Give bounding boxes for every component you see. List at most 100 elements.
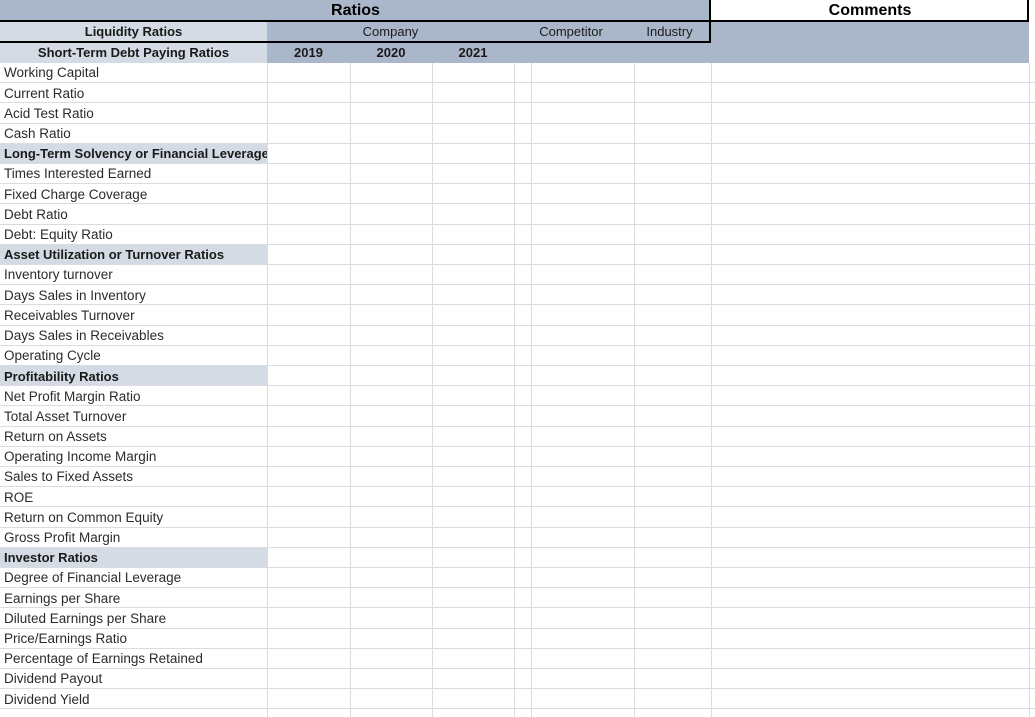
cell-2021[interactable] <box>350 265 432 286</box>
cell-industry[interactable] <box>531 446 634 467</box>
cell-2020[interactable] <box>267 547 350 568</box>
cell-industry[interactable] <box>531 547 634 568</box>
cell-comments[interactable] <box>634 325 711 346</box>
cell-2020[interactable] <box>267 143 350 164</box>
cell-narrow[interactable] <box>432 184 514 205</box>
cell-industry[interactable] <box>531 366 634 387</box>
cell-2021[interactable] <box>350 527 432 548</box>
cell-industry[interactable] <box>531 669 634 690</box>
cell-2021[interactable] <box>350 305 432 326</box>
cell-competitor[interactable] <box>514 446 531 467</box>
cell-narrow[interactable] <box>432 648 514 669</box>
cell-2021[interactable] <box>350 507 432 528</box>
cell-industry[interactable] <box>531 689 634 710</box>
cell-comments[interactable] <box>634 487 711 508</box>
cell-industry[interactable] <box>531 285 634 306</box>
cell-competitor[interactable] <box>514 527 531 548</box>
cell-competitor[interactable] <box>514 305 531 326</box>
cell-comments[interactable] <box>634 386 711 407</box>
cell-narrow[interactable] <box>432 487 514 508</box>
cell-2020[interactable] <box>267 103 350 124</box>
cell-2020[interactable] <box>267 487 350 508</box>
cell-industry[interactable] <box>531 164 634 185</box>
cell-industry[interactable] <box>531 265 634 286</box>
cell-2021[interactable] <box>350 83 432 104</box>
cell-narrow[interactable] <box>432 285 514 306</box>
cell-narrow[interactable] <box>432 568 514 589</box>
cell-industry[interactable] <box>531 588 634 609</box>
cell-narrow[interactable] <box>432 547 514 568</box>
cell-narrow[interactable] <box>432 204 514 225</box>
cell-competitor[interactable] <box>514 588 531 609</box>
cell-industry[interactable] <box>531 648 634 669</box>
cell-2021[interactable] <box>350 669 432 690</box>
cell-2020[interactable] <box>267 426 350 447</box>
cell-2020[interactable] <box>267 406 350 427</box>
cell-2020[interactable] <box>267 669 350 690</box>
cell-comments[interactable] <box>634 547 711 568</box>
cell-industry[interactable] <box>531 386 634 407</box>
cell-2020[interactable] <box>267 588 350 609</box>
cell-narrow[interactable] <box>432 143 514 164</box>
cell-competitor[interactable] <box>514 426 531 447</box>
cell-industry[interactable] <box>531 345 634 366</box>
cell-industry[interactable] <box>531 527 634 548</box>
cell-narrow[interactable] <box>432 325 514 346</box>
cell-competitor[interactable] <box>514 689 531 710</box>
cell-comments[interactable] <box>634 285 711 306</box>
cell-competitor[interactable] <box>514 628 531 649</box>
cell-narrow[interactable] <box>432 467 514 488</box>
cell-competitor[interactable] <box>514 366 531 387</box>
cell-comments[interactable] <box>634 63 711 84</box>
cell-industry[interactable] <box>531 406 634 427</box>
cell-comments[interactable] <box>634 588 711 609</box>
cell-competitor[interactable] <box>514 608 531 629</box>
cell-comments[interactable] <box>634 406 711 427</box>
cell-comments[interactable] <box>634 426 711 447</box>
cell-competitor[interactable] <box>514 63 531 84</box>
cell-2020[interactable] <box>267 386 350 407</box>
cell-comments[interactable] <box>634 103 711 124</box>
cell-comments[interactable] <box>634 648 711 669</box>
cell-narrow[interactable] <box>432 164 514 185</box>
cell-industry[interactable] <box>531 63 634 84</box>
cell-comments[interactable] <box>634 244 711 265</box>
cell-narrow[interactable] <box>432 608 514 629</box>
cell-2021[interactable] <box>350 467 432 488</box>
cell-competitor[interactable] <box>514 648 531 669</box>
cell-2020[interactable] <box>267 305 350 326</box>
cell-competitor[interactable] <box>514 467 531 488</box>
cell-2021[interactable] <box>350 285 432 306</box>
cell-comments[interactable] <box>634 345 711 366</box>
cell-competitor[interactable] <box>514 164 531 185</box>
cell-2020[interactable] <box>267 568 350 589</box>
cell-2020[interactable] <box>267 184 350 205</box>
cell-narrow[interactable] <box>432 628 514 649</box>
cell-comments[interactable] <box>634 224 711 245</box>
cell-2021[interactable] <box>350 224 432 245</box>
cell-comments[interactable] <box>634 608 711 629</box>
cell-industry[interactable] <box>531 204 634 225</box>
cell-narrow[interactable] <box>432 345 514 366</box>
cell-narrow[interactable] <box>432 83 514 104</box>
cell-narrow[interactable] <box>432 406 514 427</box>
cell-comments[interactable] <box>634 164 711 185</box>
cell-competitor[interactable] <box>514 345 531 366</box>
cell-2020[interactable] <box>267 628 350 649</box>
cell-narrow[interactable] <box>432 527 514 548</box>
cell-2021[interactable] <box>350 366 432 387</box>
cell-narrow[interactable] <box>432 305 514 326</box>
cell-2020[interactable] <box>267 689 350 710</box>
cell-narrow[interactable] <box>432 426 514 447</box>
cell-2020[interactable] <box>267 204 350 225</box>
cell-2021[interactable] <box>350 143 432 164</box>
cell-comments[interactable] <box>634 123 711 144</box>
cell-narrow[interactable] <box>432 588 514 609</box>
cell-comments[interactable] <box>634 204 711 225</box>
cell-industry[interactable] <box>531 507 634 528</box>
cell-comments[interactable] <box>634 265 711 286</box>
cell-narrow[interactable] <box>432 507 514 528</box>
cell-narrow[interactable] <box>432 386 514 407</box>
cell-narrow[interactable] <box>432 244 514 265</box>
cell-industry[interactable] <box>531 184 634 205</box>
